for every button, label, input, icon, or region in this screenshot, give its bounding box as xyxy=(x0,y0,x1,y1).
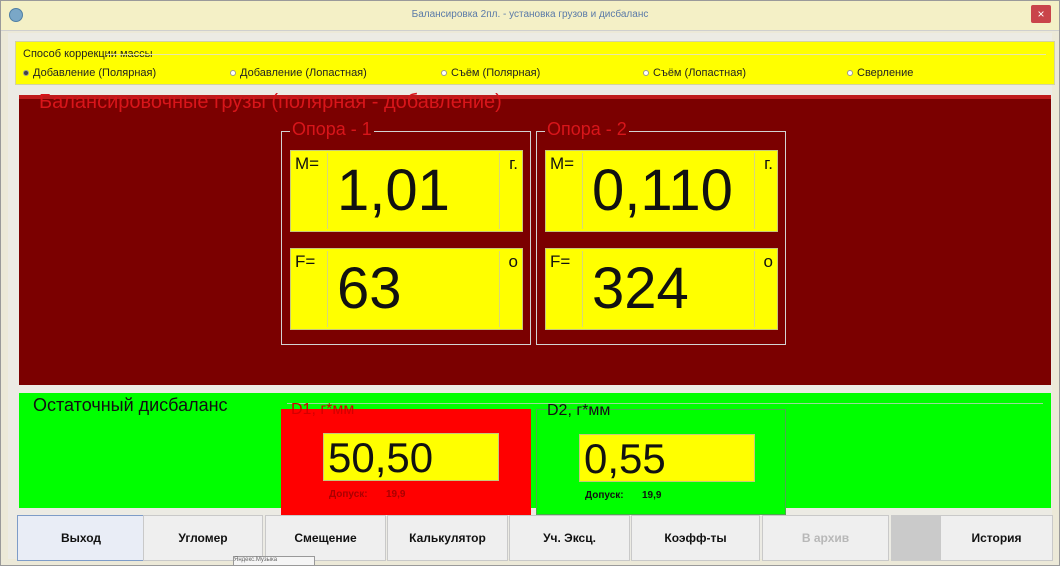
mass-unit: г. xyxy=(764,154,773,173)
d1-title: D1, г*мм xyxy=(291,401,355,418)
close-button[interactable]: × xyxy=(1031,5,1051,23)
group-box-line xyxy=(287,403,1043,404)
support-2-group: Опора - 2 M= 0,110 г. F= 324 о xyxy=(536,119,786,345)
d2-unbalance-group: D2, г*мм 0,55 Допуск: 19,9 xyxy=(536,402,786,515)
angle-unit: о xyxy=(763,252,773,271)
d2-title: D2, г*мм xyxy=(547,402,611,419)
d1-tolerance-label: Допуск: xyxy=(329,489,368,500)
title-bar: Балансировка 2пл. - установка грузов и д… xyxy=(1,1,1059,31)
divider xyxy=(582,251,583,327)
eccentricity-button[interactable]: Уч. Эксц. xyxy=(509,515,630,561)
mass-unit: г. xyxy=(509,154,518,173)
radio-addition-polar[interactable]: Добавление (Полярная) xyxy=(23,67,156,79)
radio-label: Съём (Полярная) xyxy=(451,67,541,79)
d1-value: 50,50 xyxy=(328,434,434,481)
radio-unselected-icon xyxy=(441,70,447,77)
divider xyxy=(499,153,500,229)
radio-selected-icon xyxy=(23,70,29,77)
radio-label: Добавление (Лопастная) xyxy=(240,67,367,79)
d2-tolerance-label: Допуск: xyxy=(585,490,624,501)
content-area: Способ коррекции массы Добавление (Поляр… xyxy=(8,33,1055,561)
radio-unselected-icon xyxy=(230,70,236,77)
d2-tolerance-value: 19,9 xyxy=(642,490,662,501)
main-window: Балансировка 2пл. - установка грузов и д… xyxy=(0,0,1060,566)
d2-value: 0,55 xyxy=(584,435,666,482)
radio-label: Добавление (Полярная) xyxy=(33,67,157,79)
support-2-angle-display: F= 324 о xyxy=(545,248,778,330)
residual-unbalance-panel: Остаточный дисбаланс D1, г*мм 50,50 Допу… xyxy=(19,393,1051,515)
divider xyxy=(754,251,755,327)
divider xyxy=(499,251,500,327)
support-2-mass-display: M= 0,110 г. xyxy=(545,150,778,232)
radio-unselected-icon xyxy=(643,70,649,77)
support-1-angle-display: F= 63 о xyxy=(290,248,523,330)
coefficients-button[interactable]: Коэфф-ты xyxy=(631,515,760,561)
correction-method-panel: Способ коррекции массы Добавление (Поляр… xyxy=(15,41,1055,85)
support-1-group: Опора - 1 M= 1,01 г. F= 63 о xyxy=(281,119,531,345)
goniometer-button[interactable]: Угломер xyxy=(143,515,263,561)
taskbar-tooltip: Яндекс.Музыка xyxy=(233,556,315,566)
support-1-mass-display: M= 1,01 г. xyxy=(290,150,523,232)
radio-label: Сверление xyxy=(857,67,914,79)
angle-prefix: F= xyxy=(295,252,316,271)
radio-removal-polar[interactable]: Съём (Полярная) xyxy=(441,67,540,79)
support-1-mass-value: 1,01 xyxy=(337,158,450,223)
group-box-line xyxy=(106,54,1046,55)
divider xyxy=(582,153,583,229)
support-1-title: Опора - 1 xyxy=(290,119,374,140)
archive-button[interactable]: В архив xyxy=(762,515,889,561)
divider xyxy=(327,251,328,327)
support-1-angle-value: 63 xyxy=(337,256,402,321)
divider xyxy=(327,153,328,229)
bottom-button-bar: Выход Угломер Смещение Калькулятор Уч. Э… xyxy=(17,515,1055,561)
d2-value-box: 0,55 xyxy=(579,434,755,482)
radio-drilling[interactable]: Сверление xyxy=(847,67,913,79)
mass-prefix: M= xyxy=(550,154,575,173)
gray-slot xyxy=(891,515,940,561)
d1-value-box: 50,50 xyxy=(323,433,499,481)
mass-prefix: M= xyxy=(295,154,320,173)
d1-tolerance-value: 19,9 xyxy=(386,489,406,500)
angle-prefix: F= xyxy=(550,252,571,271)
support-2-title: Опора - 2 xyxy=(545,119,629,140)
offset-button[interactable]: Смещение xyxy=(265,515,386,561)
balancing-weights-title: Балансировочные грузы (полярная - добавл… xyxy=(39,91,502,113)
balancing-weights-panel: Балансировочные грузы (полярная - добавл… xyxy=(19,91,1051,385)
exit-button[interactable]: Выход xyxy=(17,515,145,561)
angle-unit: о xyxy=(508,252,518,271)
close-icon: × xyxy=(1037,7,1045,21)
radio-label: Съём (Лопастная) xyxy=(653,67,746,79)
radio-unselected-icon xyxy=(847,70,853,77)
residual-unbalance-title: Остаточный дисбаланс xyxy=(33,395,228,415)
d1-unbalance-group: D1, г*мм 50,50 Допуск: 19,9 xyxy=(281,401,531,515)
support-2-mass-value: 0,110 xyxy=(592,158,733,223)
calculator-button[interactable]: Калькулятор xyxy=(387,515,508,561)
window-title: Балансировка 2пл. - установка грузов и д… xyxy=(411,9,649,20)
divider xyxy=(754,153,755,229)
history-button[interactable]: История xyxy=(940,515,1053,561)
radio-removal-blade[interactable]: Съём (Лопастная) xyxy=(643,67,746,79)
radio-addition-blade[interactable]: Добавление (Лопастная) xyxy=(230,67,367,79)
support-2-angle-value: 324 xyxy=(592,256,689,321)
